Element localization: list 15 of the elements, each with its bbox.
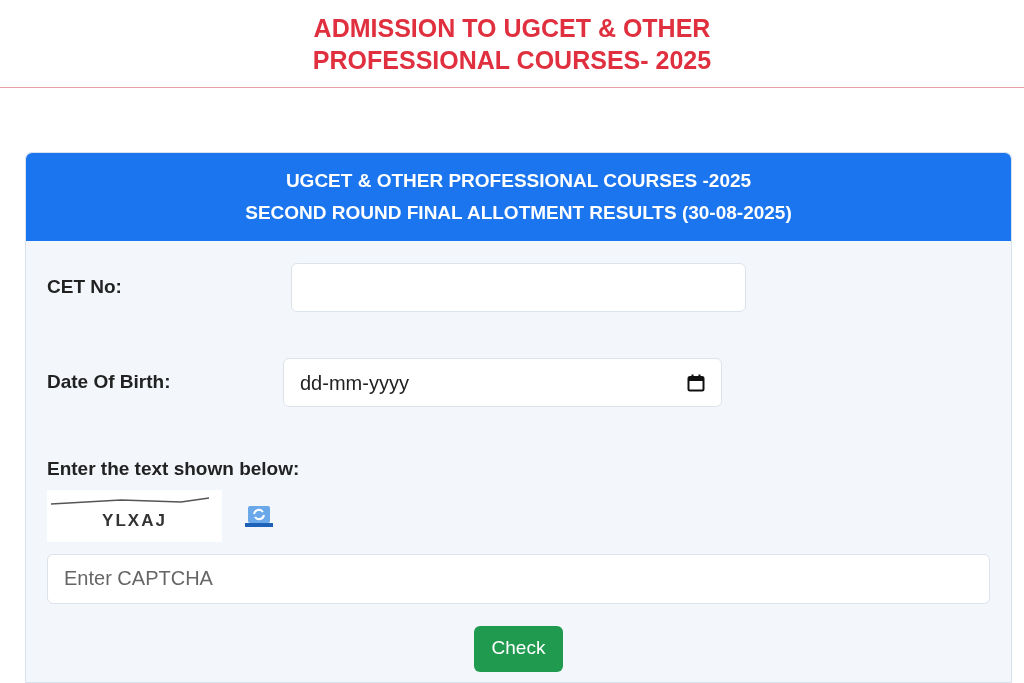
captcha-text: YLXAJ (102, 509, 167, 532)
calendar-icon[interactable] (687, 373, 705, 392)
date-placeholder: dd-mm-yyyy (300, 370, 409, 396)
refresh-icon[interactable] (245, 504, 273, 527)
captcha-field[interactable]: Enter CAPTCHA (47, 553, 990, 604)
page-title: PROFESSIONAL COURSES- 2025 (312, 44, 712, 76)
captcha-label: Enter the text shown below: (47, 457, 301, 481)
date-field[interactable]: dd-mm-yyyy (283, 358, 722, 407)
card-title: UGCET & OTHER PROFESSIONAL COURSES -2025 (285, 169, 752, 193)
field-label: CET No: (47, 275, 123, 300)
field-label: Date Of Birth: (47, 370, 172, 395)
page-title: ADMISSION TO UGCET & OTHER (313, 12, 711, 44)
card-title: SECOND ROUND FINAL ALLOTMENT RESULTS (30-08-2025) (245, 201, 792, 225)
check-button[interactable]: Check (473, 625, 564, 672)
input-field[interactable] (291, 263, 746, 312)
